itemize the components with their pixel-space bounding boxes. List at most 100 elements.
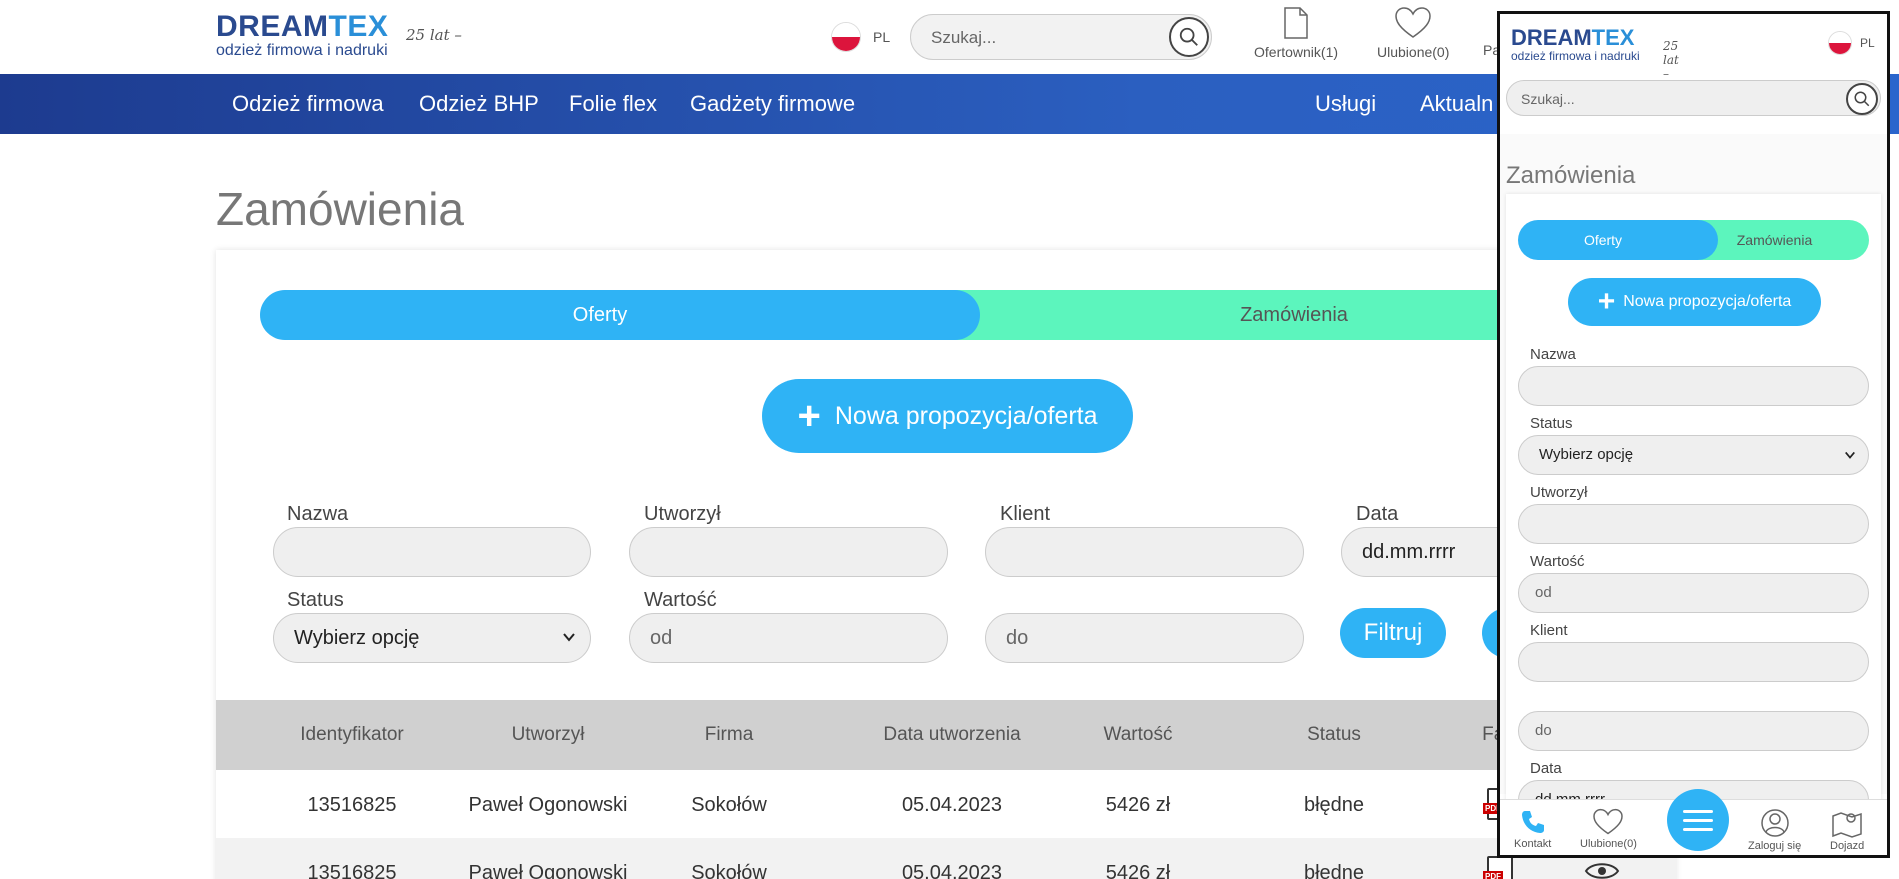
wartosc-do-input[interactable]: do	[985, 613, 1304, 663]
mobile-tab-oferty[interactable]: Oferty	[1518, 220, 1718, 260]
mobile-orders-card: Zamówienia Oferty + Nowa propozycja/ofer…	[1506, 194, 1881, 834]
mobile-wartosc-do-input[interactable]: do	[1518, 711, 1869, 751]
table-row[interactable]: 13516825 Paweł Ogonowski Sokołów 05.04.2…	[216, 770, 1676, 838]
col-status[interactable]: Status	[1274, 724, 1394, 746]
mobile-logo[interactable]: DREAMTEX odzież firmowa i nadruki 25 lat…	[1511, 25, 1679, 82]
status-selected-value: Wybierz opcję	[294, 627, 420, 649]
status-label: Status	[287, 589, 344, 611]
mobile-brand-years: 25 lat –	[1663, 39, 1679, 81]
search-button[interactable]	[1169, 17, 1209, 57]
mobile-status-value: Wybierz opcję	[1539, 446, 1634, 463]
mobile-contact-label: Kontakt	[1514, 838, 1552, 850]
col-firma[interactable]: Firma	[669, 724, 789, 746]
mobile-search-button[interactable]	[1846, 83, 1878, 115]
col-identyfikator[interactable]: Identyfikator	[282, 724, 422, 746]
mobile-login-button[interactable]: Zaloguj się	[1748, 808, 1801, 852]
mobile-brand-tagline: odzież firmowa i nadruki	[1511, 49, 1640, 63]
ofertownik-link[interactable]: Ofertownik(1)	[1254, 6, 1338, 60]
utworzyl-input[interactable]	[629, 527, 948, 577]
plus-icon: +	[1597, 285, 1616, 318]
mobile-status-select[interactable]: Wybierz opcję	[1518, 435, 1869, 475]
cell-company: Sokołów	[691, 794, 767, 816]
new-offer-label: Nowa propozycja/oferta	[834, 401, 1098, 430]
col-wartosc[interactable]: Wartość	[1078, 724, 1198, 746]
mobile-directions-label: Dojazd	[1830, 840, 1865, 852]
mobile-favorites-label: Ulubione(0)	[1580, 838, 1637, 850]
brand-tagline: odzież firmowa i nadruki	[216, 42, 388, 59]
mobile-page-title: Zamówienia	[1506, 162, 1636, 189]
mobile-search-box[interactable]: Szukaj...	[1506, 80, 1881, 116]
mobile-language-switch[interactable]: PL	[1828, 31, 1875, 55]
mobile-menu-button[interactable]	[1667, 789, 1729, 851]
dreamtex-logo[interactable]: DREAMTEX odzież firmowa i nadruki 25 lat…	[216, 12, 476, 60]
nav-item-odziez-bhp[interactable]: Odzież BHP	[419, 91, 539, 117]
status-select[interactable]: Wybierz opcję	[273, 613, 591, 663]
new-offer-button[interactable]: + Nowa propozycja/oferta	[762, 379, 1133, 453]
mobile-utworzyl-input[interactable]	[1518, 504, 1869, 544]
wartosc-label: Wartość	[644, 589, 717, 611]
mobile-new-offer-button[interactable]: + Nowa propozycja/oferta	[1568, 278, 1821, 326]
poland-flag-icon	[1828, 31, 1852, 55]
cell-value: 5426 zł	[1105, 862, 1171, 879]
nazwa-input[interactable]	[273, 527, 591, 577]
cell-id: 13516825	[307, 794, 397, 816]
search-input[interactable]: Szukaj...	[931, 28, 996, 48]
cell-date: 05.04.2023	[901, 794, 1003, 816]
col-utworzyl[interactable]: Utworzył	[478, 724, 618, 746]
mobile-search-input[interactable]: Szukaj...	[1521, 91, 1575, 107]
brand-part2: TEX	[328, 10, 389, 43]
cell-value: 5426 zł	[1105, 794, 1171, 816]
mobile-status-label: Status	[1530, 415, 1573, 432]
filter-button[interactable]: Filtruj	[1340, 608, 1446, 658]
ofertownik-label: Ofertownik(1)	[1254, 44, 1339, 60]
cell-author: Paweł Ogonowski	[468, 862, 628, 879]
language-switch[interactable]: PL	[831, 22, 890, 52]
mobile-favorites-button[interactable]: Ulubione(0)	[1580, 808, 1637, 850]
mobile-nazwa-input[interactable]	[1518, 366, 1869, 406]
heart-icon	[1593, 808, 1624, 835]
wartosc-od-input[interactable]: od	[629, 613, 948, 663]
search-icon	[1179, 27, 1198, 46]
mobile-utworzyl-label: Utworzył	[1530, 484, 1588, 501]
mobile-brand-part2: TEX	[1591, 25, 1635, 50]
brand-part1: DREAM	[216, 10, 329, 43]
nav-item-uslugi[interactable]: Usługi	[1315, 91, 1376, 117]
mobile-contact-button[interactable]: Kontakt	[1514, 808, 1551, 850]
utworzyl-label: Utworzył	[644, 503, 721, 525]
mobile-data-label: Data	[1530, 760, 1562, 777]
mobile-header: DREAMTEX odzież firmowa i nadruki 25 lat…	[1500, 14, 1887, 134]
cell-author: Paweł Ogonowski	[468, 794, 628, 816]
klient-input[interactable]	[985, 527, 1304, 577]
table-row[interactable]: 13516825 Paweł Ogonowski Sokołów 05.04.2…	[216, 838, 1676, 879]
nav-item-odziez-firmowa[interactable]: Odzież firmowa	[232, 91, 384, 117]
map-icon	[1832, 812, 1862, 838]
mobile-nazwa-label: Nazwa	[1530, 346, 1576, 363]
pdf-icon[interactable]: PDF	[1483, 856, 1513, 879]
heart-icon	[1395, 7, 1431, 38]
cell-status: błędne	[1303, 862, 1365, 879]
mobile-language-label: PL	[1860, 36, 1875, 50]
tab-oferty[interactable]: Oferty	[260, 290, 980, 340]
page-title: Zamówienia	[216, 183, 464, 235]
mobile-body: Zamówienia Zamówienia Oferty + Nowa prop…	[1500, 134, 1887, 834]
nav-item-gadzety-firmowe[interactable]: Gadżety firmowe	[690, 91, 855, 117]
mobile-klient-input[interactable]	[1518, 642, 1869, 682]
language-label: PL	[873, 29, 891, 45]
col-data-utworzenia[interactable]: Data utworzenia	[852, 724, 1052, 746]
chevron-down-icon	[563, 633, 575, 642]
hamburger-icon	[1683, 809, 1713, 813]
cell-id: 13516825	[307, 862, 397, 879]
nav-item-folie-flex[interactable]: Folie flex	[569, 91, 657, 117]
phone-icon	[1521, 811, 1544, 833]
eye-icon[interactable]	[1584, 860, 1620, 879]
klient-label: Klient	[1000, 503, 1051, 525]
mobile-directions-button[interactable]: Dojazd	[1830, 808, 1864, 852]
nav-item-aktualnosci[interactable]: Aktualn	[1420, 91, 1493, 117]
favorites-link[interactable]: Ulubione(0)	[1377, 6, 1449, 60]
mobile-wartosc-od-input[interactable]: od	[1518, 573, 1869, 613]
search-box[interactable]: Szukaj...	[910, 14, 1212, 60]
chevron-down-icon	[1845, 451, 1855, 459]
mobile-brand-part1: DREAM	[1511, 25, 1592, 50]
cell-company: Sokołów	[691, 862, 767, 879]
user-icon	[1760, 809, 1789, 837]
